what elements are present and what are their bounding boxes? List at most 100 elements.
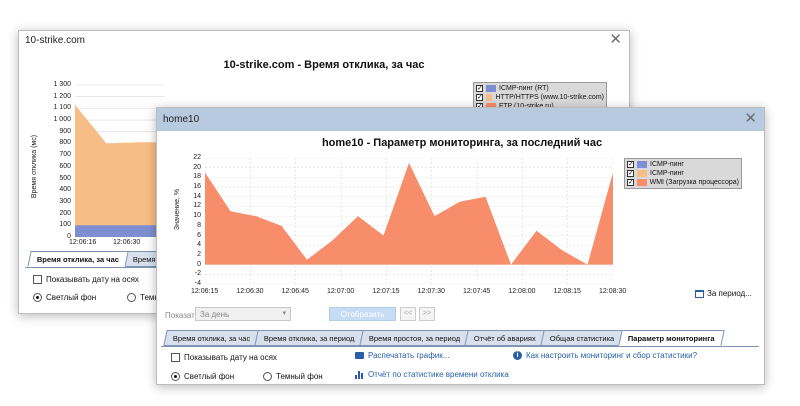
light-bg-label: Светлый фон: [46, 293, 97, 302]
front-x-tick-label: 12:07:00: [327, 288, 355, 295]
front-y-tick-label: 2: [197, 250, 201, 258]
back-legend-label: ICMP-пинг (RT): [499, 85, 549, 92]
back-legend-label: HTTP/HTTPS (www.10-strike.com): [495, 94, 604, 101]
print-chart-link[interactable]: Распечатать график...: [355, 351, 449, 360]
show-label: Показать: [165, 311, 200, 320]
back-legend-item[interactable]: ✓ ICMP-пинг (RT): [476, 84, 604, 93]
front-legend-item[interactable]: ✓ WMI (Загрузка процессора): [627, 178, 739, 187]
front-y-tick-label: 8: [197, 221, 201, 229]
tab-label: Отчёт об авариях: [473, 334, 536, 343]
front-x-tick-label: 12:07:15: [372, 288, 400, 295]
front-y-tick-label: 12: [193, 202, 201, 210]
front-show-date-option[interactable]: Показывать дату на осях: [171, 353, 277, 362]
front-legend: ✓ ICMP-пинг ✓ ICMP-пинг ✓ WMI (Загрузка …: [624, 158, 742, 189]
help-link[interactable]: i Как настроить мониторинг и сбор статис…: [513, 351, 697, 360]
period-link-label: За период...: [707, 289, 752, 298]
period-select-value: За день: [200, 310, 230, 319]
back-chart: [75, 84, 165, 237]
legend-checkbox[interactable]: ✓: [627, 170, 634, 177]
tab-label: Время простоя, за период: [368, 334, 460, 343]
back-close-icon[interactable]: ✕: [609, 32, 622, 47]
period-link[interactable]: За период...: [695, 289, 752, 298]
front-x-tick-label: 12:08:30: [599, 288, 627, 295]
front-y-tick-label: 16: [193, 183, 201, 191]
info-icon: i: [513, 351, 522, 360]
tab-alarm-report[interactable]: Отчёт об авариях: [464, 330, 546, 346]
report-link[interactable]: Отчёт по статистике времени отклика: [355, 370, 509, 379]
front-y-tick-label: -2: [194, 270, 201, 278]
back-show-date-option[interactable]: Показывать дату на осях: [33, 275, 139, 284]
tab-response-period[interactable]: Время отклика, за период: [254, 330, 365, 346]
show-date-label: Показывать дату на осях: [184, 353, 277, 362]
front-wmi-area: [205, 162, 613, 265]
front-y-tick-label: 0: [197, 260, 201, 268]
calendar-icon: [695, 289, 704, 298]
period-select[interactable]: За день ▾: [195, 307, 291, 321]
back-x-tick-label: 12:06:16: [69, 239, 97, 246]
show-date-checkbox[interactable]: [171, 353, 180, 362]
tab-downtime-period[interactable]: Время простоя, за период: [359, 330, 470, 346]
print-chart-label: Распечатать график...: [368, 351, 450, 360]
dark-bg-radio[interactable]: [263, 372, 272, 381]
prev-button[interactable]: <<: [400, 307, 416, 321]
back-y-tick-label: 800: [59, 139, 71, 147]
legend-checkbox[interactable]: ✓: [476, 85, 483, 92]
back-icmp-area: [75, 225, 165, 237]
back-y-tick-label: 100: [59, 221, 71, 229]
show-date-checkbox[interactable]: [33, 275, 42, 284]
printer-icon: [355, 352, 364, 359]
back-window-titlebar[interactable]: 10-strike.com: [19, 31, 629, 51]
back-y-tick-label: 200: [59, 209, 71, 217]
front-close-icon[interactable]: ✕: [744, 111, 757, 126]
next-button[interactable]: >>: [419, 307, 435, 321]
front-y-tick-label: -4: [194, 280, 201, 287]
front-legend-item[interactable]: ✓ ICMP-пинг: [627, 160, 739, 169]
front-window: home10 ✕ home10 - Параметр мониторинга, …: [156, 107, 765, 385]
front-chart-title: home10 - Параметр мониторинга, за послед…: [321, 137, 603, 149]
back-y-tick-label: 1 200: [53, 92, 71, 100]
front-y-tick-label: 10: [193, 212, 201, 220]
legend-checkbox[interactable]: ✓: [627, 179, 634, 186]
back-legend-item[interactable]: ✓ HTTP/HTTPS (www.10-strike.com): [476, 93, 604, 102]
back-y-tick-label: 300: [59, 197, 71, 205]
back-tab-response-hour[interactable]: Время отклика, за час: [27, 251, 129, 267]
legend-checkbox[interactable]: ✓: [627, 161, 634, 168]
front-dark-bg-option[interactable]: Темный фон: [263, 372, 323, 381]
tab-label: Общая статистика: [549, 334, 615, 343]
back-x-tick-label: 12:06:30: [113, 239, 141, 246]
front-x-tick-label: 12:06:30: [236, 288, 264, 295]
front-tabs-line: [161, 346, 759, 347]
front-legend-label: WMI (Загрузка процессора): [649, 179, 739, 186]
back-y-tick-label: 400: [59, 186, 71, 194]
back-chart-title: 10-strike.com - Время отклика, за час: [223, 59, 425, 71]
legend-checkbox[interactable]: ✓: [476, 94, 483, 101]
legend-swatch: [637, 161, 647, 168]
tab-monitoring-parameter[interactable]: Параметр мониторинга: [618, 330, 725, 346]
front-y-tick-label: 20: [193, 163, 201, 171]
front-x-tick-label: 12:08:15: [553, 288, 581, 295]
legend-swatch: [637, 179, 647, 186]
back-y-tick-label: 1 000: [53, 116, 71, 124]
display-button[interactable]: Отобразить: [329, 307, 396, 321]
front-legend-item[interactable]: ✓ ICMP-пинг: [627, 169, 739, 178]
light-bg-label: Светлый фон: [184, 372, 235, 381]
back-y-tick-label: 700: [59, 151, 71, 159]
back-light-bg-option[interactable]: Светлый фон: [33, 293, 96, 302]
tab-response-hour[interactable]: Время отклика, за час: [163, 330, 261, 346]
back-http-area: [75, 104, 165, 237]
back-y-tick-label: 1 100: [53, 104, 71, 112]
light-bg-radio[interactable]: [171, 372, 180, 381]
front-light-bg-option[interactable]: Светлый фон: [171, 372, 234, 381]
display-button-label: Отобразить: [340, 310, 385, 319]
front-x-tick-label: 12:07:30: [417, 288, 445, 295]
front-window-titlebar[interactable]: home10: [157, 108, 764, 131]
legend-swatch: [637, 170, 647, 177]
back-y-tick-label: 500: [59, 174, 71, 182]
tab-label: Время отклика, за час: [172, 334, 251, 343]
front-legend-label: ICMP-пинг: [650, 170, 684, 177]
light-bg-radio[interactable]: [33, 293, 42, 302]
front-y-tick-label: 4: [197, 241, 201, 249]
tab-general-stats[interactable]: Общая статистика: [540, 330, 624, 346]
front-y-tick-label: 6: [197, 231, 201, 239]
dark-bg-radio[interactable]: [127, 293, 136, 302]
